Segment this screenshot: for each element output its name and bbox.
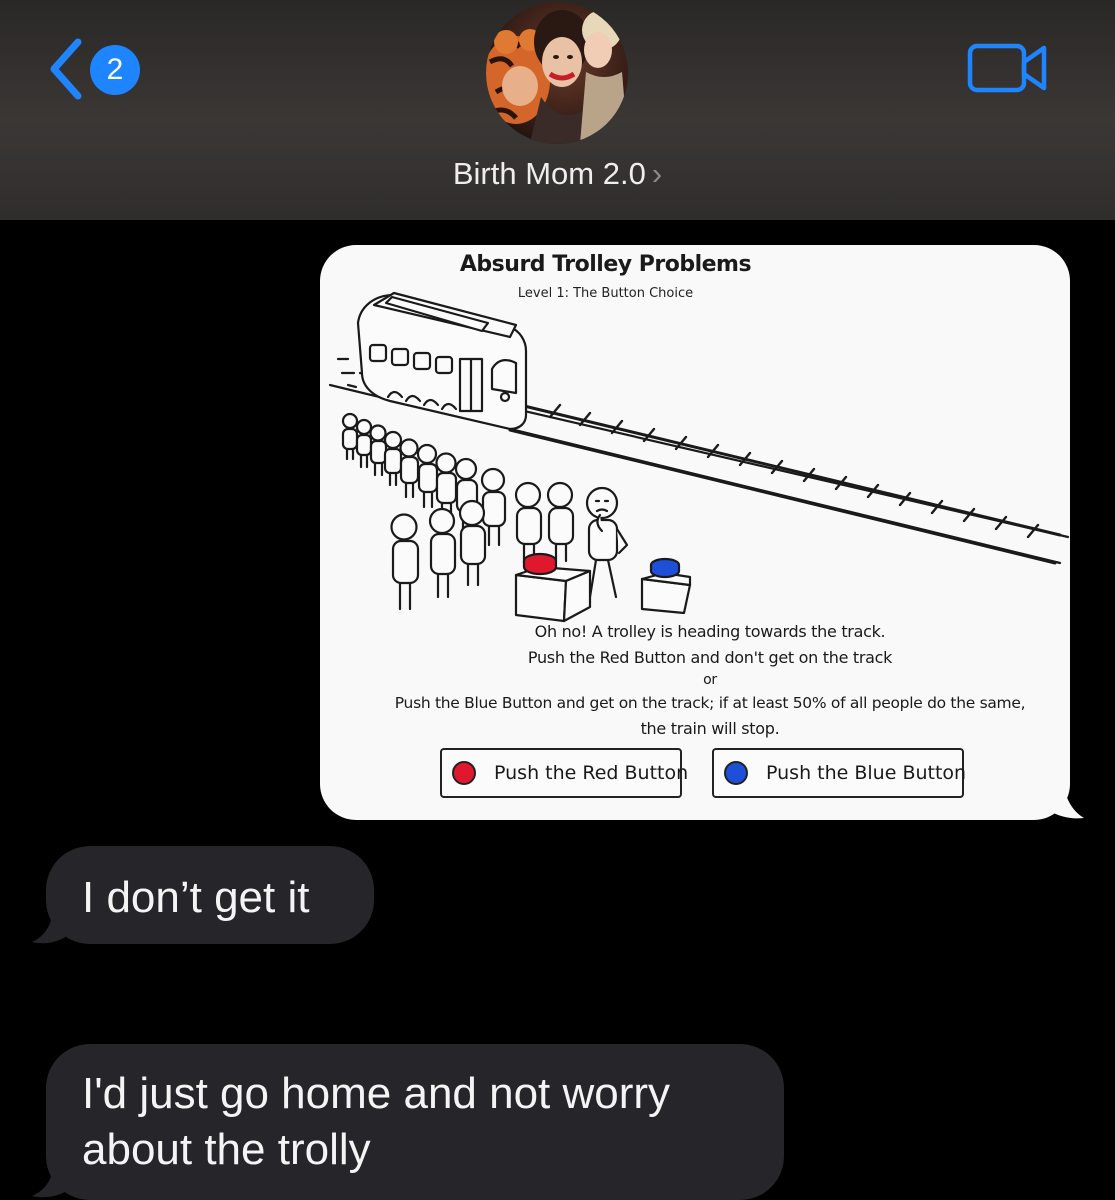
contact-name: Birth Mom 2.0 <box>452 156 646 191</box>
comic-line-4: Push the Blue Button and get on the trac… <box>394 694 1026 712</box>
facetime-video-button[interactable] <box>966 40 1050 96</box>
video-camera-icon <box>967 43 1047 93</box>
comic-line-2: Push the Red Button and don't get on the… <box>527 648 893 667</box>
unread-count-badge: 2 <box>90 45 140 95</box>
bubble-tail <box>32 900 74 944</box>
comic-line-1: Oh no! A trolley is heading towards the … <box>534 622 886 641</box>
chevron-left-icon <box>50 38 82 100</box>
back-button[interactable]: 2 <box>38 34 148 104</box>
message-text-line-2: about the trolly <box>82 1125 371 1174</box>
comic-line-5: the train will stop. <box>640 719 780 738</box>
conversation-header: 2 Birth Mom 2.0 › <box>0 0 1115 220</box>
message-text: I don’t get it <box>82 873 310 922</box>
blue-button-choice[interactable]: Push the Blue Button <box>712 748 967 798</box>
contact-avatar[interactable] <box>486 2 628 144</box>
trolley-illustration <box>328 291 1070 623</box>
contact-name-button[interactable]: Birth Mom 2.0 › <box>400 156 715 192</box>
comic-line-3: or <box>703 672 717 688</box>
incoming-message-bubble[interactable]: I don’t get it <box>46 846 374 944</box>
chevron-right-icon: › <box>651 156 663 191</box>
blue-button-label: Push the Blue Button <box>766 762 967 784</box>
red-button-label: Push the Red Button <box>494 762 689 784</box>
blue-dot-icon <box>724 761 748 785</box>
bubble-tail <box>1040 770 1084 819</box>
incoming-message-bubble[interactable]: I'd just go home and not worry about the… <box>46 1044 784 1200</box>
red-dot-icon <box>452 761 476 785</box>
messages-app: 2 Birth Mom 2.0 › Absurd Trolley Problem… <box>0 0 1115 1200</box>
message-text-line-1: I'd just go home and not worry <box>82 1069 671 1118</box>
red-button-choice[interactable]: Push the Red Button <box>440 748 688 798</box>
bubble-tail <box>32 1158 74 1198</box>
